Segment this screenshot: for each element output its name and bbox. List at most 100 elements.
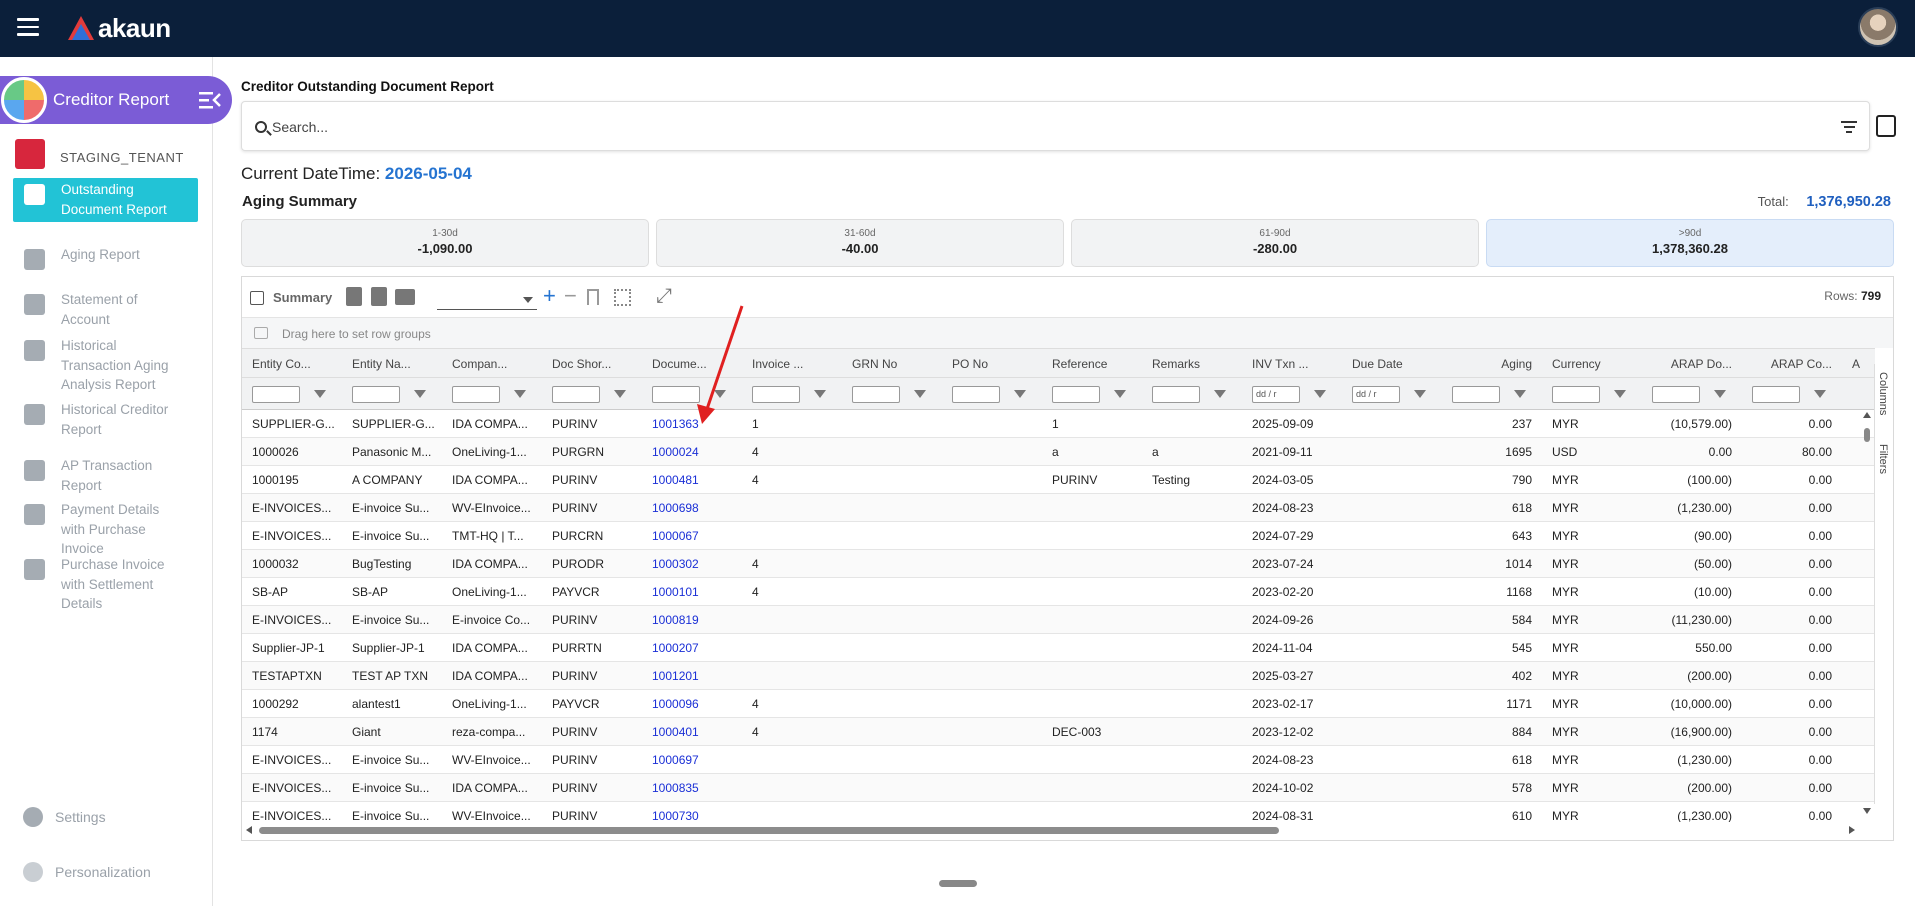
filter-funnel-icon[interactable] xyxy=(1614,390,1626,398)
filter-input[interactable] xyxy=(452,386,500,403)
column-header[interactable]: ARAP Do... xyxy=(1642,349,1742,377)
document-link[interactable]: 1000819 xyxy=(642,606,742,633)
sidebar-item-payment-details[interactable]: Payment Details with Purchase Invoice xyxy=(13,500,198,559)
column-header[interactable]: Due Date xyxy=(1342,349,1442,377)
sidebar-item-statement-of-account[interactable]: Statement of Account xyxy=(13,290,198,329)
menu-icon[interactable] xyxy=(17,18,39,36)
table-row[interactable]: E-INVOICES... E-invoice Su... IDA COMPA...… xyxy=(242,774,1875,802)
column-header[interactable]: INV Txn ... xyxy=(1242,349,1342,377)
filter-input[interactable] xyxy=(1052,386,1100,403)
filter-input[interactable] xyxy=(952,386,1000,403)
filter-funnel-icon[interactable] xyxy=(1214,390,1226,398)
filter-funnel-icon[interactable] xyxy=(1414,390,1426,398)
user-avatar[interactable] xyxy=(1858,7,1898,47)
document-link[interactable]: 1000024 xyxy=(642,438,742,465)
table-row[interactable]: SUPPLIER-G... SUPPLIER-G... IDA COMPA... PU… xyxy=(242,410,1875,438)
filter-funnel-icon[interactable] xyxy=(814,390,826,398)
scroll-down-icon[interactable] xyxy=(1863,808,1871,814)
grid-select-icon[interactable] xyxy=(614,289,631,306)
sidebar-item-outstanding-document-report[interactable]: Outstanding Document Report xyxy=(13,178,198,222)
document-link[interactable]: 1000481 xyxy=(642,466,742,493)
filter-funnel-icon[interactable] xyxy=(314,390,326,398)
filter-input[interactable] xyxy=(1552,386,1600,403)
table-row[interactable]: E-INVOICES... E-invoice Su... WV-EInvoice.… xyxy=(242,746,1875,774)
table-row[interactable]: 1000032 BugTesting IDA COMPA... PURODR 10003… xyxy=(242,550,1875,578)
filters-tab[interactable]: Filters xyxy=(1877,444,1889,474)
filter-input[interactable] xyxy=(252,386,300,403)
sidebar-item-settings[interactable]: Settings xyxy=(23,807,106,827)
column-header[interactable]: GRN No xyxy=(842,349,942,377)
add-icon[interactable]: + xyxy=(543,283,556,309)
table-row[interactable]: E-INVOICES... E-invoice Su... WV-EInvoice.… xyxy=(242,802,1875,822)
document-link[interactable]: 1000067 xyxy=(642,522,742,549)
print-icon[interactable] xyxy=(395,289,415,305)
column-header[interactable]: Invoice ... xyxy=(742,349,842,377)
table-row[interactable]: 1174 Giant reza-compa... PURINV 1000401 4 DEC-… xyxy=(242,718,1875,746)
collapse-sidebar-icon[interactable] xyxy=(199,91,221,109)
remove-icon[interactable]: − xyxy=(564,283,577,309)
sidebar-item-aging-report[interactable]: Aging Report xyxy=(13,245,198,270)
column-header[interactable]: Remarks xyxy=(1142,349,1242,377)
filter-input[interactable] xyxy=(1752,386,1800,403)
row-group-bar[interactable]: Drag here to set row groups xyxy=(242,317,1893,348)
filter-funnel-icon[interactable] xyxy=(914,390,926,398)
document-link[interactable]: 1000698 xyxy=(642,494,742,521)
document-link[interactable]: 1000835 xyxy=(642,774,742,801)
summary-checkbox[interactable] xyxy=(250,291,264,305)
filter-input[interactable] xyxy=(1652,386,1700,403)
document-export-icon[interactable] xyxy=(371,287,387,306)
sidebar-item-personalization[interactable]: Personalization xyxy=(23,862,151,882)
filter-funnel-icon[interactable] xyxy=(514,390,526,398)
sidebar-item-purchase-invoice-settlement[interactable]: Purchase Invoice with Settlement Details xyxy=(13,555,198,614)
table-row[interactable]: SB-AP SB-AP OneLiving-1... PAYVCR 1000101 4 20… xyxy=(242,578,1875,606)
table-row[interactable]: E-INVOICES... E-invoice Su... WV-EInvoice.… xyxy=(242,494,1875,522)
csv-export-icon[interactable] xyxy=(346,287,362,306)
column-header[interactable]: Docume... xyxy=(642,349,742,377)
aging-bucket-1-30d[interactable]: 1-30d -1,090.00 xyxy=(241,219,649,267)
filter-input[interactable] xyxy=(552,386,600,403)
table-row[interactable]: E-INVOICES... E-invoice Su... TMT-HQ | T..… xyxy=(242,522,1875,550)
filter-funnel-icon[interactable] xyxy=(1314,390,1326,398)
akaun-logo[interactable]: akaun xyxy=(68,10,171,46)
columns-tab[interactable]: Columns xyxy=(1877,372,1889,415)
column-header[interactable]: Compan... xyxy=(442,349,542,377)
date-filter-input[interactable]: dd / r xyxy=(1352,386,1400,403)
aging-bucket-31-60d[interactable]: 31-60d -40.00 xyxy=(656,219,1064,267)
drag-handle[interactable] xyxy=(939,880,977,887)
horizontal-scrollbar[interactable] xyxy=(242,823,1875,837)
document-link[interactable]: 1001363 xyxy=(642,410,742,437)
document-link[interactable]: 1000096 xyxy=(642,690,742,717)
document-link[interactable]: 1000697 xyxy=(642,746,742,773)
sidebar-item-historical-transaction-aging[interactable]: Historical Transaction Aging Analysis Re… xyxy=(13,336,198,395)
scroll-left-icon[interactable] xyxy=(246,826,252,834)
scroll-up-icon[interactable] xyxy=(1863,412,1871,418)
column-header[interactable]: A xyxy=(1842,349,1875,377)
column-header[interactable]: Currency xyxy=(1542,349,1642,377)
filter-input[interactable] xyxy=(852,386,900,403)
scroll-thumb[interactable] xyxy=(1864,428,1870,442)
aging-bucket-over-90d[interactable]: >90d 1,378,360.28 xyxy=(1486,219,1894,267)
document-link[interactable]: 1000207 xyxy=(642,634,742,661)
filter-funnel-icon[interactable] xyxy=(414,390,426,398)
filter-input[interactable] xyxy=(352,386,400,403)
filter-input[interactable] xyxy=(1152,386,1200,403)
filter-input[interactable] xyxy=(1452,386,1500,403)
vertical-scrollbar[interactable] xyxy=(1863,410,1871,822)
table-row[interactable]: 1000195 A COMPANY IDA COMPA... PURINV 100048… xyxy=(242,466,1875,494)
date-filter-input[interactable]: dd / r xyxy=(1252,386,1300,403)
search-input[interactable] xyxy=(272,115,1772,139)
column-header[interactable]: ARAP Co... xyxy=(1742,349,1842,377)
filter-funnel-icon[interactable] xyxy=(1014,390,1026,398)
table-row[interactable]: E-INVOICES... E-invoice Su... E-invoice Co… xyxy=(242,606,1875,634)
filter-funnel-icon[interactable] xyxy=(1114,390,1126,398)
column-header[interactable]: Doc Shor... xyxy=(542,349,642,377)
expand-icon[interactable]: ⤢ xyxy=(656,285,672,308)
filter-funnel-icon[interactable] xyxy=(714,390,726,398)
table-row[interactable]: 1000292 alantest1 OneLiving-1... PAYVCR 1000… xyxy=(242,690,1875,718)
column-header[interactable]: Entity Co... xyxy=(242,349,342,377)
filter-input[interactable] xyxy=(752,386,800,403)
document-link[interactable]: 1000401 xyxy=(642,718,742,745)
document-link[interactable]: 1000730 xyxy=(642,802,742,822)
aging-bucket-61-90d[interactable]: 61-90d -280.00 xyxy=(1071,219,1479,267)
filter-funnel-icon[interactable] xyxy=(1514,390,1526,398)
